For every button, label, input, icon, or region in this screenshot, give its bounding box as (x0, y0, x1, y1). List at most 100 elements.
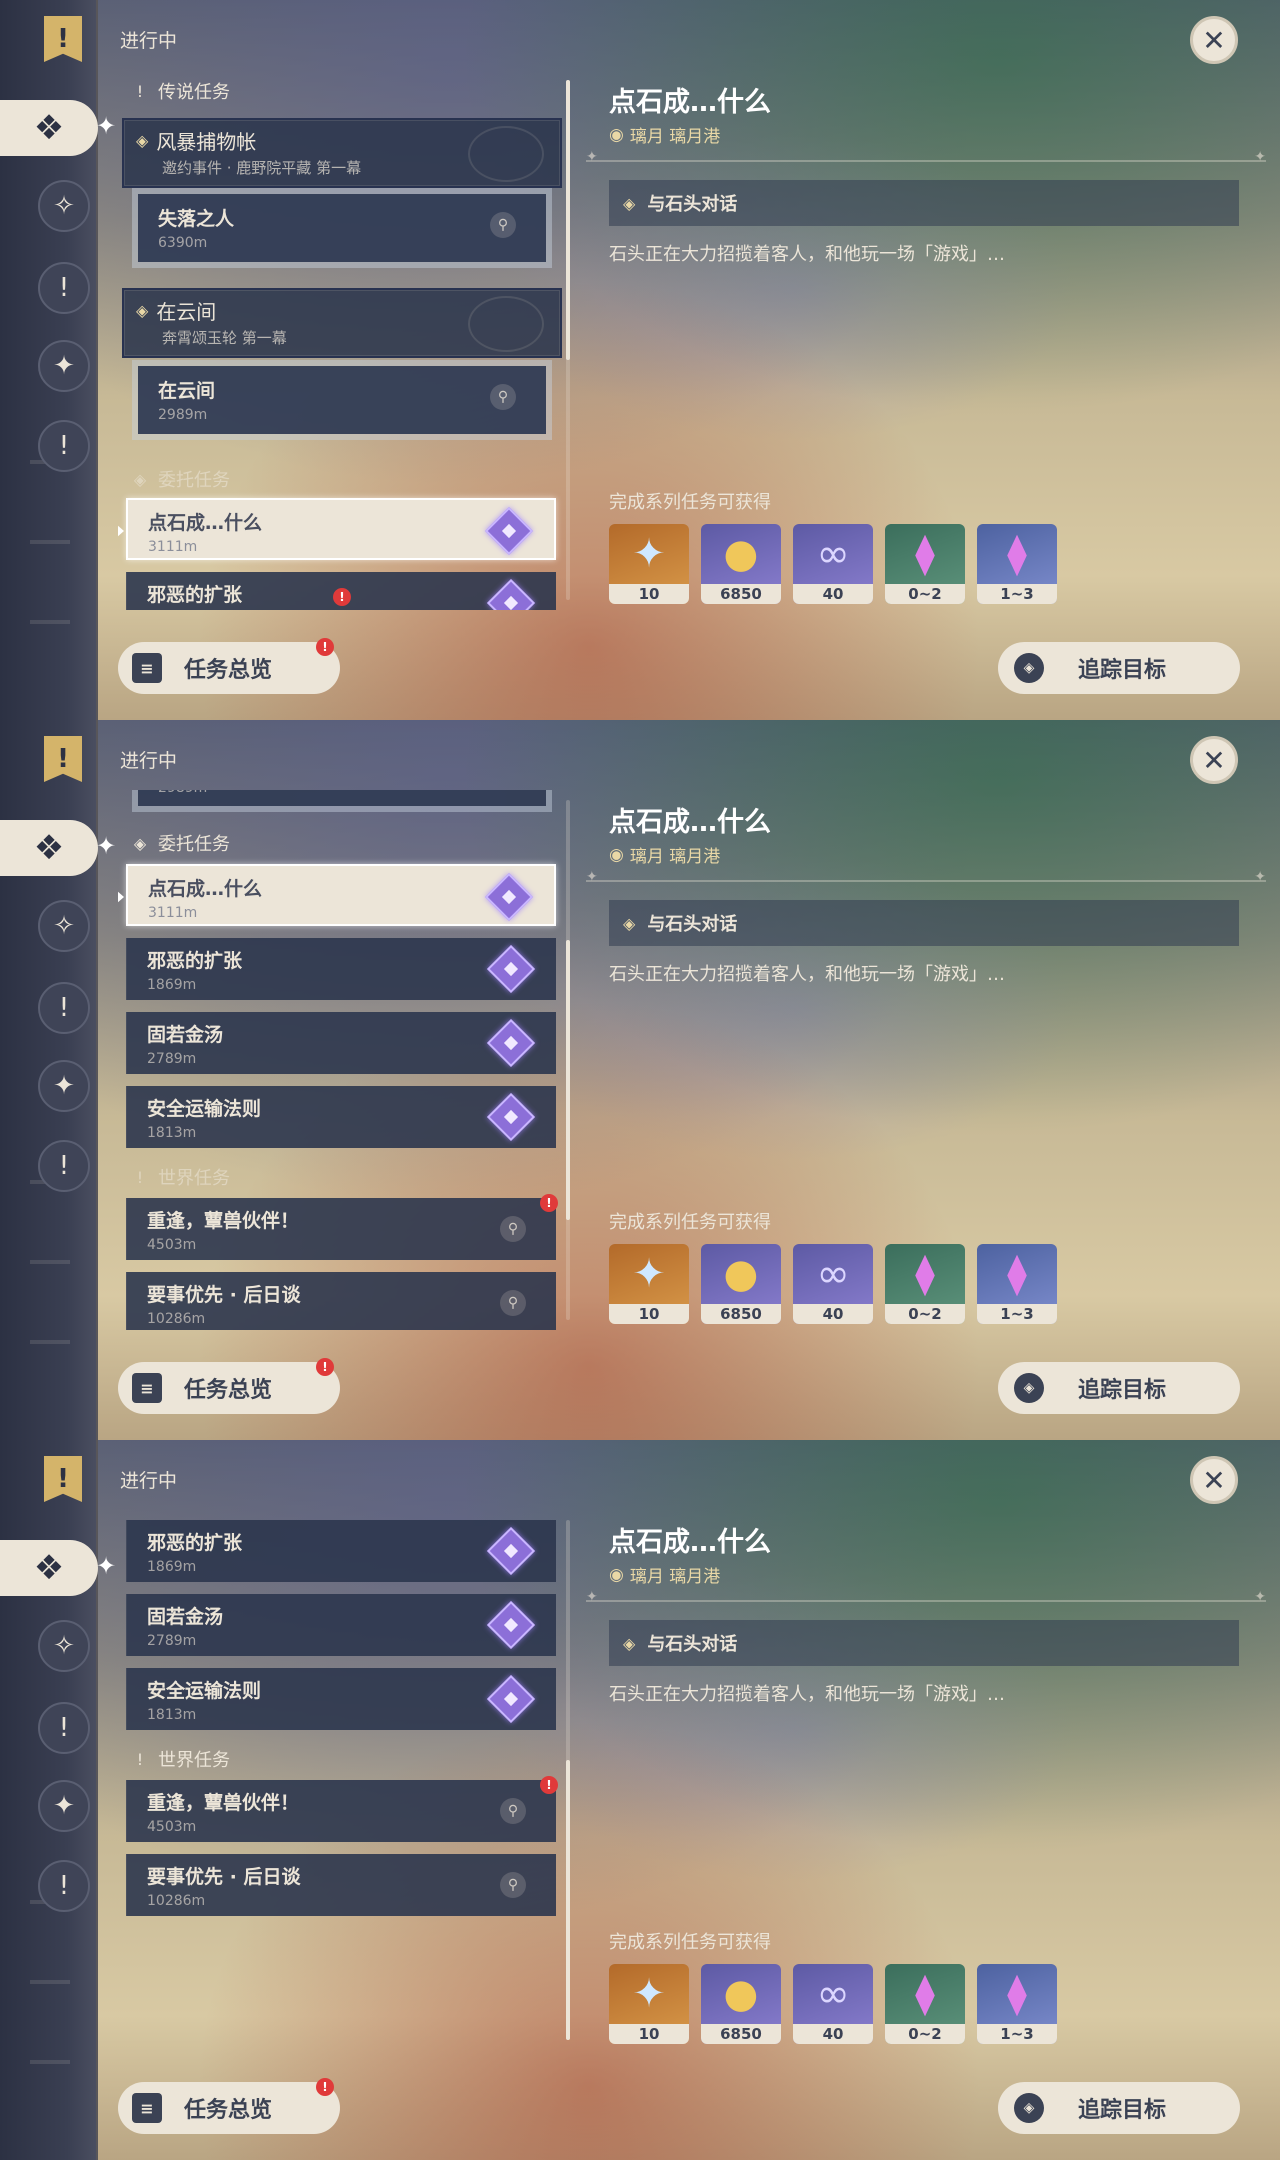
crystal-blue-icon[interactable]: ⧫ 1~3 (977, 1244, 1057, 1324)
event-quest-tab-icon[interactable]: ! (38, 1860, 90, 1912)
world-quest-distance: 10286m (147, 1893, 206, 1909)
subquest-distance: 2989m (158, 407, 208, 423)
commission-tab-icon[interactable]: ✦ (38, 340, 90, 392)
list-icon: ≡ (132, 653, 162, 683)
map-pin-icon[interactable]: ⚲ (500, 1798, 526, 1824)
legend-subquest[interactable]: 在云间 2989m ⚲ (132, 360, 552, 440)
crystal-green-icon[interactable]: ⧫ 0~2 (885, 1964, 965, 2044)
map-pin-icon[interactable]: ⚲ (490, 212, 516, 238)
quest-overview-button[interactable]: ≡ 任务总览 ! (118, 638, 340, 694)
commission-card[interactable]: 固若金汤 2789m (126, 1012, 556, 1074)
map-pin-icon[interactable]: ⚲ (500, 1290, 526, 1316)
quest-step: ◈ 与石头对话 (609, 1620, 1239, 1666)
legend-quest-card[interactable]: ◈ 风暴捕物帐 邀约事件 · 鹿野院平藏 第一幕 (122, 118, 562, 188)
rewards-row: ✦ 10 ● 6850 ∞ 40 ⧫ 0~2 ⧫ 1~3 (609, 524, 1057, 604)
commission-card[interactable]: 固若金汤 2789m (126, 1594, 556, 1656)
world-quest-title: 重逢，蕈兽伙伴！ (147, 1792, 300, 1814)
close-button[interactable]: ✕ (1190, 1456, 1238, 1504)
primogem-icon[interactable]: ✦ 10 (609, 1244, 689, 1324)
rewards-title: 完成系列任务可获得 (609, 492, 771, 513)
legend-subquest[interactable]: 失落之人 6390m ⚲ (132, 188, 552, 268)
commission-tab-icon[interactable]: ✦ (38, 1060, 90, 1112)
commission-distance: 2789m (147, 1633, 197, 1649)
crystal-green-icon[interactable]: ⧫ 0~2 (885, 1244, 965, 1324)
track-label: 追踪目标 (1078, 2098, 1167, 2123)
quest-panel-2: ! ❖ ✦ ✧ ! ✦ ! 进行中 2989m ◈ 委托任务 点石成…什么 31… (0, 720, 1280, 1440)
commission-card-selected[interactable]: 点石成…什么 3111m (118, 498, 556, 560)
companionship-exp-icon[interactable]: ∞ 40 (793, 524, 873, 604)
quest-location: ◉ 璃月 璃月港 (609, 1564, 721, 1588)
sparkle-icon: ✦ (96, 1552, 117, 1580)
world-quest-tab-icon[interactable]: ! (38, 1702, 90, 1754)
bookmark-icon[interactable]: ! (44, 1456, 82, 1502)
primogem-icon[interactable]: ✦ 10 (609, 1964, 689, 2044)
map-pin-icon[interactable]: ⚲ (500, 1216, 526, 1242)
diamond-icon: ◈ (1014, 653, 1044, 683)
commission-tab-active[interactable]: ❖ (0, 820, 98, 876)
commission-card[interactable]: 安全运输法则 1813m (126, 1086, 556, 1148)
quest-description: 石头正在大力招揽着客人，和他玩一场「游戏」… (609, 244, 1005, 265)
world-quest-card[interactable]: 重逢，蕈兽伙伴！ 4503m ⚲ ! (126, 1194, 558, 1260)
quest-list[interactable]: ! 传说任务 ◈ 风暴捕物帐 邀约事件 · 鹿野院平藏 第一幕 失落之人 6390… (118, 70, 566, 610)
diamond-icon: ◈ (136, 301, 149, 320)
commission-card[interactable]: 邪恶的扩张 ! (126, 572, 556, 610)
subquest-distance: 6390m (158, 235, 208, 251)
world-quest-card[interactable]: 要事优先 · 后日谈 10286m ⚲ (126, 1854, 556, 1916)
track-target-button[interactable]: ◈ 追踪目标 (998, 642, 1240, 694)
quest-list[interactable]: 邪恶的扩张 1869m 固若金汤 2789m 安全运输法则 1813m ! 世界… (118, 1510, 566, 2050)
commission-tab-active[interactable]: ❖ (0, 1540, 98, 1596)
crystal-blue-icon[interactable]: ⧫ 1~3 (977, 524, 1057, 604)
crystal-blue-icon[interactable]: ⧫ 1~3 (977, 1964, 1057, 2044)
commission-card[interactable]: 邪恶的扩张 1869m (126, 1520, 556, 1582)
list-scrollbar[interactable] (566, 1520, 570, 2040)
world-quest-tab-icon[interactable]: ! (38, 262, 90, 314)
quest-description: 石头正在大力招揽着客人，和他玩一场「游戏」… (609, 964, 1005, 985)
legend-quest-card[interactable]: ◈ 在云间 奔霄颂玉轮 第一幕 (122, 288, 562, 358)
companionship-exp-icon[interactable]: ∞ 40 (793, 1964, 873, 2044)
commission-title: 点石成…什么 (148, 512, 263, 534)
archon-quest-tab-icon[interactable]: ✧ (38, 180, 90, 232)
world-quest-tab-icon[interactable]: ! (38, 982, 90, 1034)
list-scrollbar[interactable] (566, 800, 570, 1320)
commission-section-label: 委托任务 (158, 834, 230, 855)
sparkle-icon: ✦ (96, 832, 117, 860)
world-quest-card[interactable]: 重逢，蕈兽伙伴！ 4503m ⚲ ! (126, 1776, 558, 1842)
commission-title: 安全运输法则 (147, 1680, 262, 1702)
mora-icon[interactable]: ● 6850 (701, 524, 781, 604)
primogem-icon[interactable]: ✦ 10 (609, 524, 689, 604)
map-pin-icon[interactable]: ⚲ (490, 384, 516, 410)
archon-quest-tab-icon[interactable]: ✧ (38, 1620, 90, 1672)
quest-overview-button[interactable]: ≡ 任务总览 ! (118, 1358, 340, 1414)
crystal-green-icon[interactable]: ⧫ 0~2 (885, 524, 965, 604)
close-button[interactable]: ✕ (1190, 16, 1238, 64)
map-pin-icon[interactable]: ⚲ (500, 1872, 526, 1898)
event-quest-tab-icon[interactable]: ! (38, 420, 90, 472)
subquest-title: 在云间 (158, 380, 216, 402)
track-target-button[interactable]: ◈ 追踪目标 (998, 1362, 1240, 1414)
legend-section-label: 传说任务 (158, 82, 230, 103)
track-label: 追踪目标 (1078, 1378, 1167, 1403)
bookmark-icon[interactable]: ! (44, 16, 82, 62)
close-button[interactable]: ✕ (1190, 736, 1238, 784)
list-scrollbar[interactable] (566, 80, 570, 600)
world-quest-card[interactable]: 要事优先 · 后日谈 10286m ⚲ (126, 1272, 556, 1330)
diamond-icon: ◈ (623, 1633, 636, 1653)
commission-card[interactable]: 邪恶的扩张 1869m (126, 938, 556, 1000)
commission-card-selected[interactable]: 点石成…什么 3111m (118, 864, 556, 926)
legend-subquest-partial[interactable]: 2989m (132, 790, 552, 812)
companionship-exp-icon[interactable]: ∞ 40 (793, 1244, 873, 1324)
left-rail: ! ❖ ✦ ✧ ! ✦ ! (0, 720, 116, 1440)
mora-icon[interactable]: ● 6850 (701, 1964, 781, 2044)
quest-overview-button[interactable]: ≡ 任务总览 ! (118, 2078, 340, 2134)
commission-tab-active[interactable]: ❖ (0, 100, 98, 156)
commission-distance: 1813m (147, 1125, 197, 1141)
bookmark-icon[interactable]: ! (44, 736, 82, 782)
event-quest-tab-icon[interactable]: ! (38, 1140, 90, 1192)
commission-tab-icon[interactable]: ✦ (38, 1780, 90, 1832)
archon-quest-tab-icon[interactable]: ✧ (38, 900, 90, 952)
track-target-button[interactable]: ◈ 追踪目标 (998, 2082, 1240, 2134)
mora-icon[interactable]: ● 6850 (701, 1244, 781, 1324)
commission-card[interactable]: 安全运输法则 1813m (126, 1668, 556, 1730)
quest-list[interactable]: 2989m ◈ 委托任务 点石成…什么 3111m 邪恶的扩张 1869m 固若… (118, 790, 566, 1330)
world-quest-distance: 10286m (147, 1311, 206, 1327)
